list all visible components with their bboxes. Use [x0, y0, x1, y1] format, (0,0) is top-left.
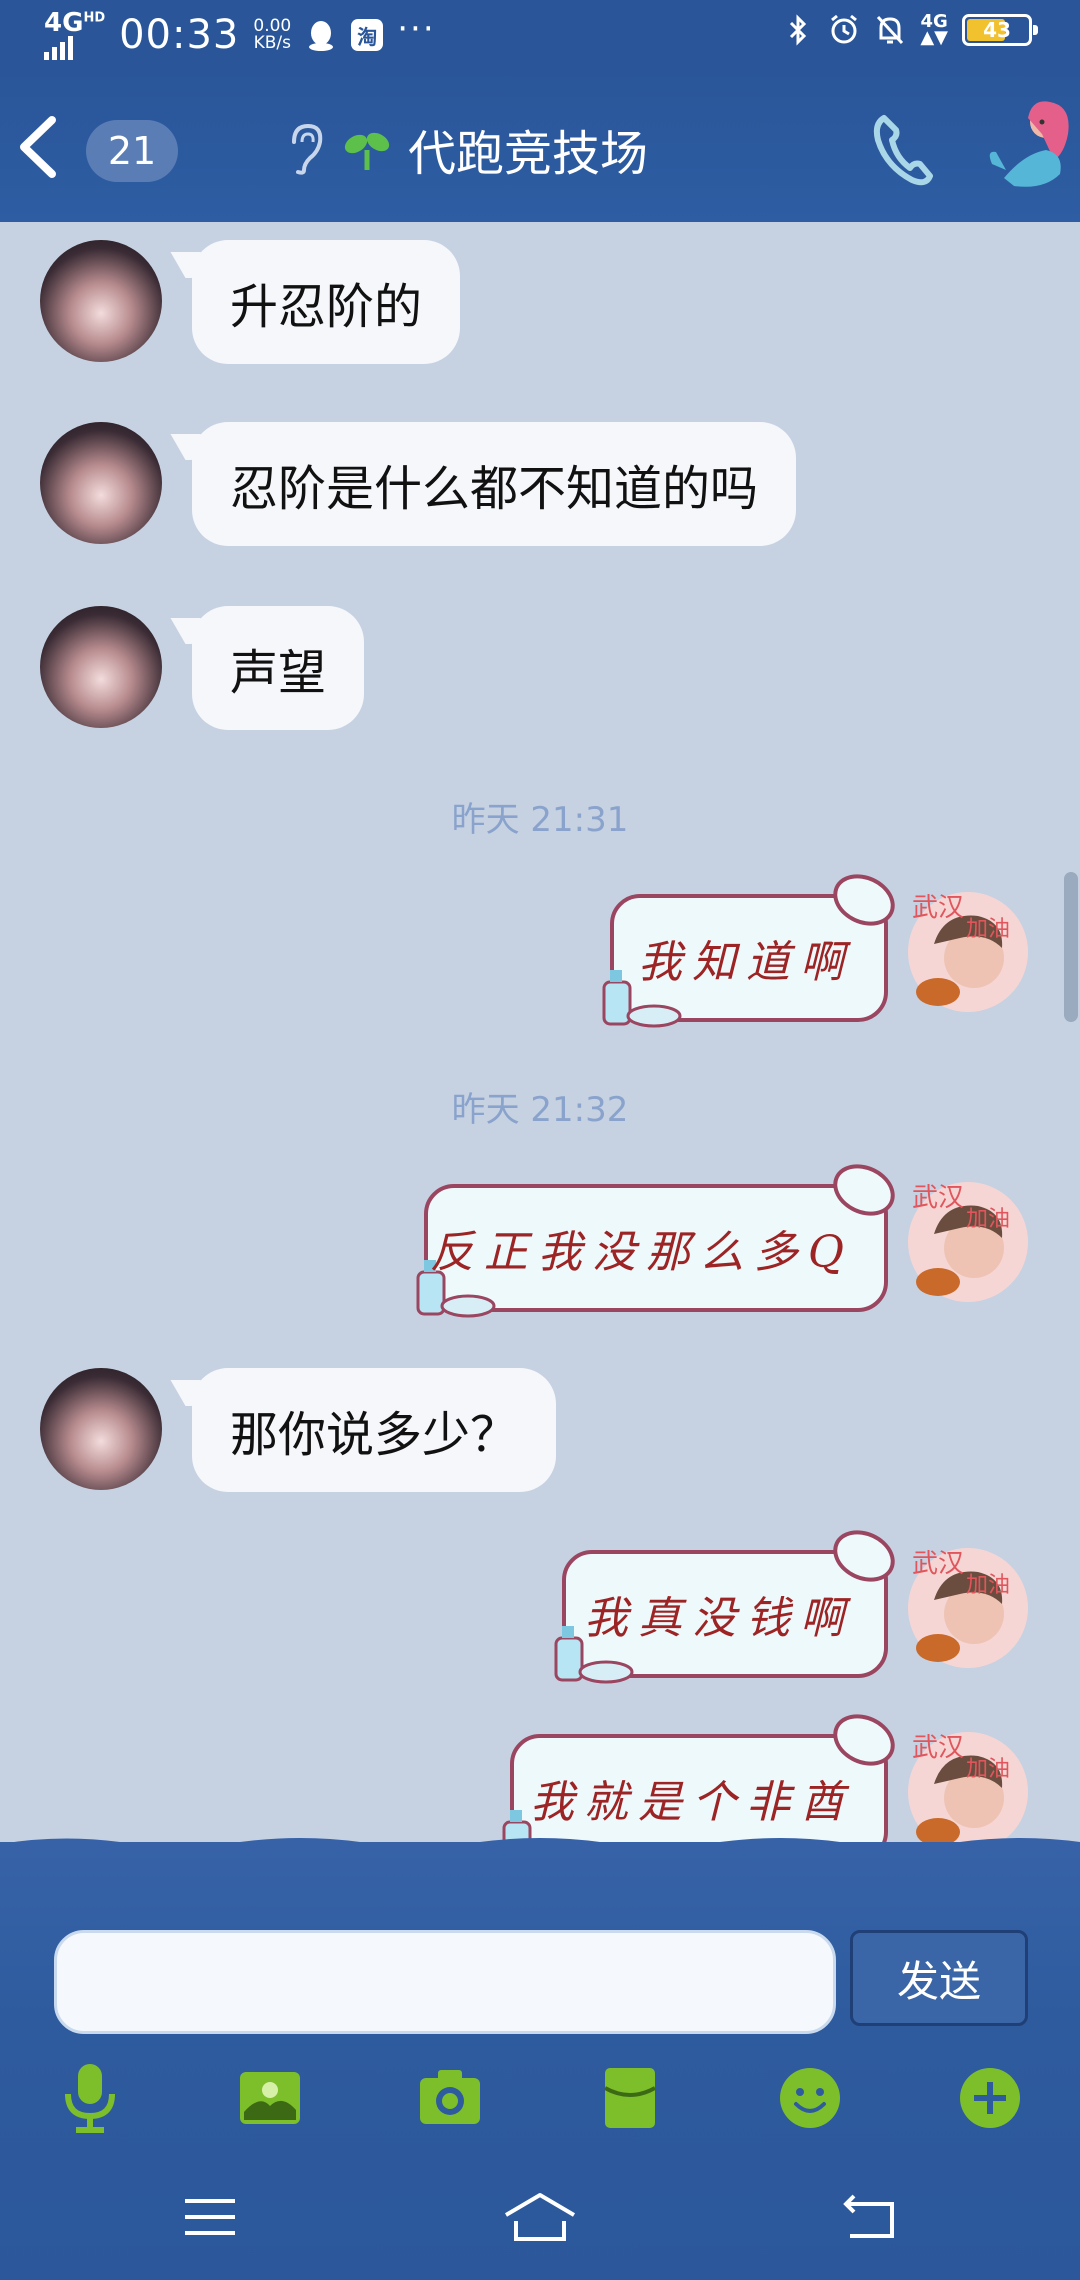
my-avatar[interactable]: 武汉 加油 — [904, 1544, 1032, 1672]
input-panel: 发送 — [0, 1838, 1080, 2280]
unread-count-badge[interactable]: 21 — [86, 120, 178, 182]
alarm-icon — [828, 14, 860, 46]
bluetooth-icon — [782, 14, 814, 46]
send-button[interactable]: 发送 — [850, 1930, 1028, 2026]
status-bar: 4GHD 00:33 0.00 KB/s 淘 ··· 4G ▲▼ 43 — [0, 0, 1080, 72]
message-bubble-incoming[interactable]: 忍阶是什么都不知道的吗 — [192, 422, 797, 546]
chat-title[interactable]: 代跑竞技场 — [408, 114, 648, 184]
sticker-message-outgoing[interactable]: 我知道啊 — [602, 894, 888, 1028]
network-type: 4GHD — [44, 8, 106, 38]
menu-nav-button[interactable] — [170, 2182, 250, 2252]
svg-text:加油: 加油 — [966, 1573, 1010, 1598]
message-input[interactable] — [54, 1930, 836, 2034]
message-list[interactable]: 升忍阶的 忍阶是什么都不知道的吗 声望 昨天 21:31 我知道啊 武汉 加油 … — [0, 222, 1080, 1842]
return-icon — [843, 2194, 894, 2238]
camera-icon[interactable] — [414, 2062, 486, 2134]
sprout-icon — [344, 132, 390, 170]
more-notifications-icon: ··· — [397, 9, 436, 49]
message-bubble-incoming[interactable]: 声望 — [192, 606, 365, 730]
my-avatar[interactable]: 武汉 加油 — [904, 1728, 1032, 1842]
back-nav-button[interactable] — [830, 2182, 910, 2252]
taobao-icon: 淘 — [351, 19, 384, 51]
svg-text:加油: 加油 — [966, 917, 1010, 942]
phone-icon — [873, 115, 933, 186]
svg-text:武汉: 武汉 — [912, 1183, 964, 1213]
signal-icon — [44, 36, 73, 60]
emoji-icon[interactable] — [774, 2062, 846, 2134]
wave-decoration — [0, 1838, 1080, 1852]
clock: 00:33 — [119, 12, 240, 58]
svg-text:武汉: 武汉 — [912, 893, 964, 923]
my-avatar[interactable]: 武汉 加油 — [904, 888, 1032, 1016]
back-arrow-icon — [20, 116, 56, 178]
home-icon — [504, 2193, 576, 2241]
contact-avatar[interactable] — [40, 422, 162, 544]
call-button[interactable] — [868, 110, 938, 190]
contact-avatar[interactable] — [40, 240, 162, 362]
sticker-message-outgoing[interactable]: 我就是个非酋 — [502, 1734, 888, 1842]
qq-penguin-icon — [305, 19, 337, 51]
home-nav-button[interactable] — [500, 2182, 580, 2252]
mermaid-decoration-icon — [989, 101, 1069, 187]
contact-avatar[interactable] — [40, 606, 162, 728]
mic-icon[interactable] — [54, 2062, 126, 2134]
sticker-message-outgoing[interactable]: 反正我没那么多Q — [416, 1184, 888, 1318]
message-timestamp: 昨天 21:31 — [451, 800, 629, 840]
image-icon[interactable] — [234, 2062, 306, 2134]
message-bubble-incoming[interactable]: 那你说多少？ — [192, 1368, 557, 1492]
my-avatar[interactable]: 武汉 加油 — [904, 1178, 1032, 1306]
earpiece-mode-icon[interactable] — [286, 122, 326, 176]
chat-header: 21 代跑竞技场 — [0, 72, 1080, 222]
message-timestamp: 昨天 21:32 — [451, 1090, 629, 1130]
message-bubble-incoming[interactable]: 升忍阶的 — [192, 240, 461, 364]
svg-text:武汉: 武汉 — [912, 1733, 964, 1763]
scrollbar-thumb[interactable] — [1064, 872, 1078, 1022]
back-button[interactable] — [12, 112, 72, 182]
contact-avatar[interactable] — [40, 1368, 162, 1490]
menu-icon — [185, 2199, 235, 2235]
cell-data-icon: 4G ▲▼ — [920, 11, 948, 48]
svg-text:加油: 加油 — [966, 1207, 1010, 1232]
red-packet-icon[interactable] — [594, 2062, 666, 2134]
sticker-message-outgoing[interactable]: 我真没钱啊 — [554, 1550, 888, 1684]
svg-text:武汉: 武汉 — [912, 1549, 964, 1579]
battery-icon: 43 — [962, 14, 1038, 46]
svg-text:加油: 加油 — [966, 1757, 1010, 1782]
mute-icon — [874, 14, 906, 46]
plus-icon[interactable] — [954, 2062, 1026, 2134]
network-speed: 0.00 KB/s — [253, 16, 292, 53]
